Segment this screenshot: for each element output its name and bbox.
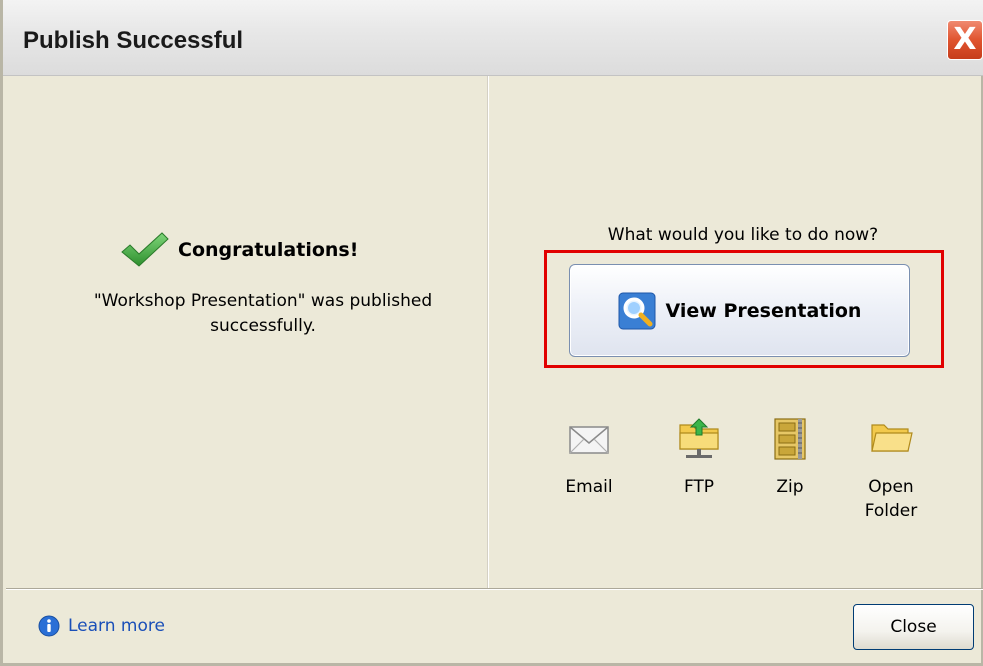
view-presentation-button[interactable]: View Presentation (569, 264, 910, 357)
open-folder-action[interactable]: Open Folder (848, 413, 934, 523)
close-button[interactable]: Close (853, 604, 974, 650)
envelope-icon (569, 426, 609, 454)
congratulations-heading: Congratulations! (120, 230, 358, 270)
congratulations-text: Congratulations! (178, 239, 359, 261)
learn-more-label: Learn more (68, 616, 165, 636)
ftp-action[interactable]: FTP (659, 413, 739, 499)
magnifier-icon (618, 292, 656, 329)
email-label: Email (565, 477, 613, 497)
view-presentation-label: View Presentation (665, 299, 862, 322)
open-folder-label: Open Folder (864, 477, 918, 521)
ftp-folder-icon (679, 418, 719, 458)
folder-icon (871, 424, 913, 452)
ftp-label: FTP (683, 477, 715, 497)
learn-more-link[interactable]: Learn more (38, 615, 165, 637)
title-bar: Publish Successful X (3, 0, 983, 76)
publish-dialog: Publish Successful X Congratulations! "W… (0, 0, 983, 666)
info-icon (38, 615, 60, 637)
checkmark-icon (121, 232, 169, 267)
panel-divider (487, 76, 488, 588)
zip-action[interactable]: Zip (750, 413, 830, 499)
zip-archive-icon (774, 418, 806, 460)
next-action-prompt: What would you like to do now? (607, 225, 879, 245)
footer-divider (6, 588, 983, 589)
email-action[interactable]: Email (549, 413, 629, 499)
window-close-button[interactable]: X (947, 20, 983, 60)
published-message: "Workshop Presentation" was published su… (93, 291, 433, 336)
window-title: Publish Successful (23, 27, 244, 54)
zip-label: Zip (776, 477, 804, 497)
